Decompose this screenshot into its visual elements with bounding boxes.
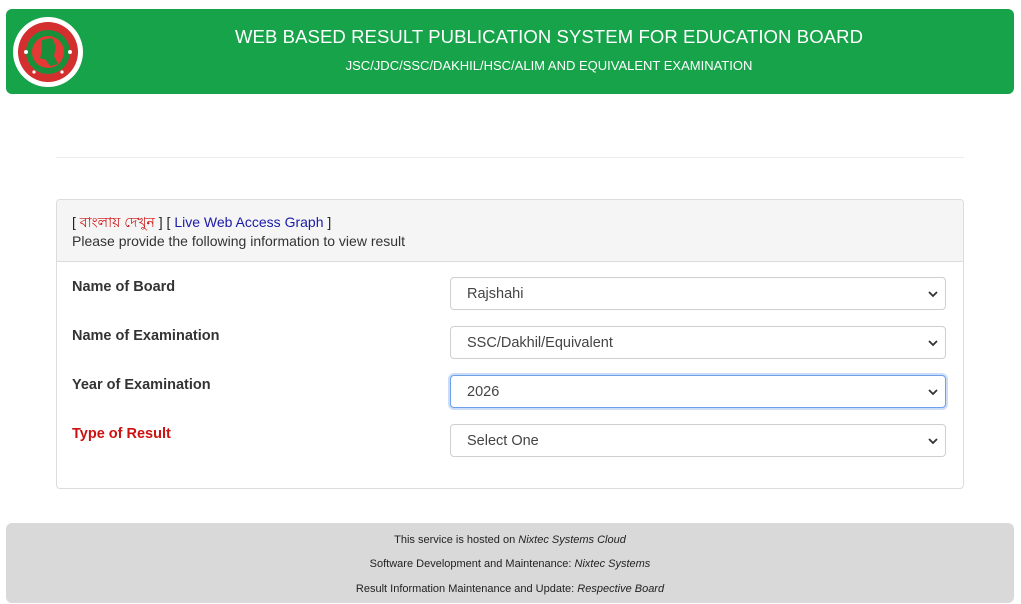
panel-heading: [ বাংলায় দেখুন ] [ Live Web Access Grap… [57,200,963,262]
footer-maint-name: Respective Board [577,583,665,595]
live-graph-link[interactable]: Live Web Access Graph [174,214,323,230]
page-title: WEB BASED RESULT PUBLICATION SYSTEM FOR … [234,26,864,47]
bangla-view-link[interactable]: বাংলায় দেখুন [80,214,155,230]
footer-hosting-line: This service is hosted on Nixtec Systems… [6,534,1014,546]
footer-hosting-name: Nixtec Systems Cloud [518,534,626,546]
board-select[interactable]: Rajshahi [450,277,946,310]
result-type-label: Type of Result [72,426,171,442]
footer-hosting-prefix: This service is hosted on [394,534,519,546]
chevron-down-icon [928,389,938,396]
year-select-value: 2026 [467,384,500,400]
exam-label: Name of Examination [72,328,220,344]
footer-dev-prefix: Software Development and Maintenance: [369,558,575,570]
instructions-text: Please provide the following information… [72,233,406,249]
result-form-panel: [ বাংলায় দেখুন ] [ Live Web Access Grap… [56,199,964,489]
year-select[interactable]: 2026 [450,375,946,408]
chevron-down-icon [928,291,938,298]
result-type-select[interactable]: Select One [450,424,946,457]
bracket-open: [ [72,214,80,230]
chevron-down-icon [928,438,938,445]
footer-dev-name: Nixtec Systems [574,558,651,570]
exam-select-value: SSC/Dakhil/Equivalent [467,335,613,351]
page-subtitle: JSC/JDC/SSC/DAKHIL/HSC/ALIM AND EQUIVALE… [345,58,753,73]
header-links: [ বাংলায় দেখুন ] [ Live Web Access Grap… [72,211,331,235]
footer-maint-line: Result Information Maintenance and Updat… [6,583,1014,595]
chevron-down-icon [928,340,938,347]
board-select-value: Rajshahi [467,286,524,302]
year-label: Year of Examination [72,377,211,393]
result-type-select-value: Select One [467,433,539,449]
bracket-sep: ] [ [154,214,175,230]
govt-bangladesh-seal-icon [12,16,84,88]
footer-maint-prefix: Result Information Maintenance and Updat… [355,583,578,595]
exam-select[interactable]: SSC/Dakhil/Equivalent [450,326,946,359]
footer-dev-line: Software Development and Maintenance: Ni… [6,558,1014,570]
site-header: WEB BASED RESULT PUBLICATION SYSTEM FOR … [6,9,1014,94]
divider [56,157,964,158]
bracket-close: ] [323,214,332,230]
site-footer: This service is hosted on Nixtec Systems… [6,523,1014,603]
board-label: Name of Board [72,279,176,295]
